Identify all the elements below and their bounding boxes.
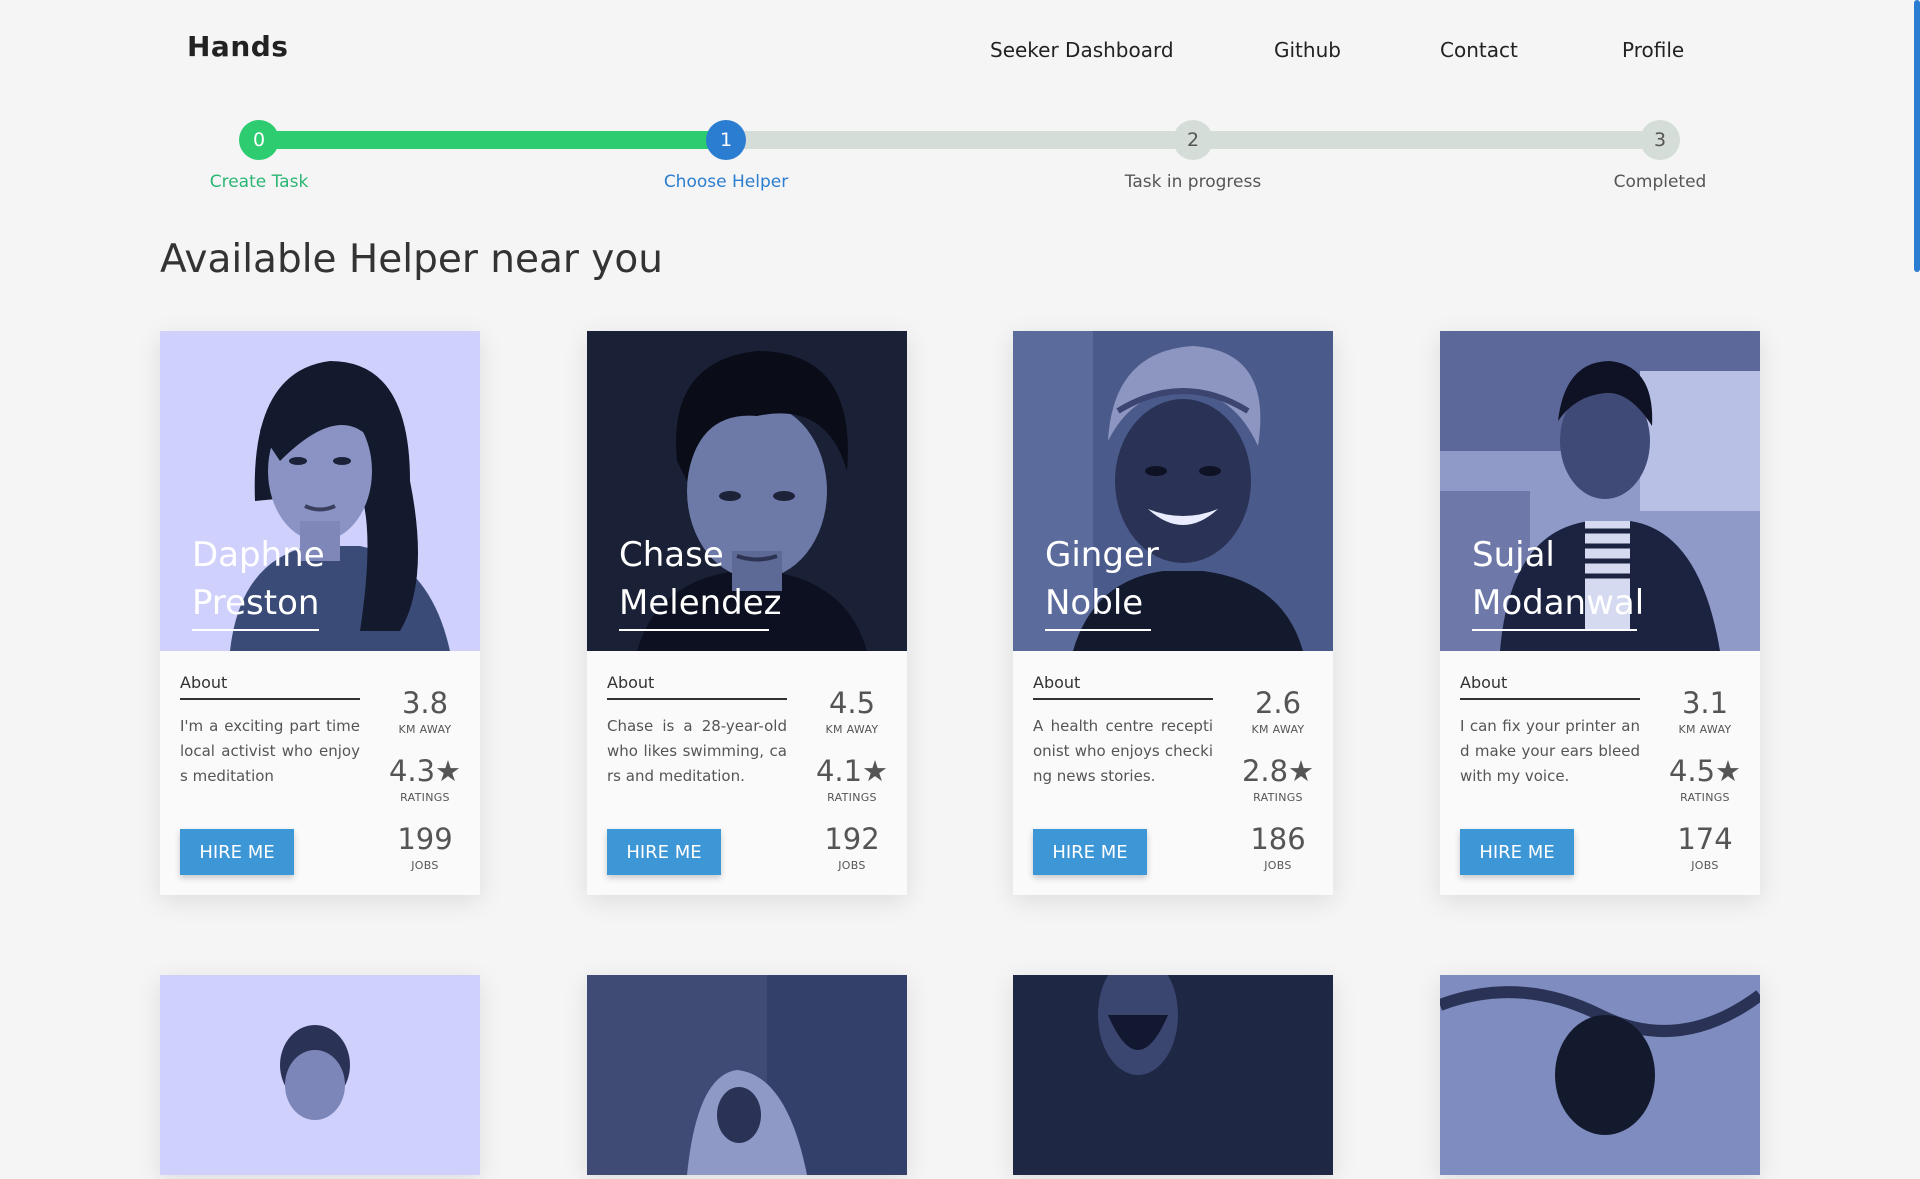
- rating-label: RATINGS: [1253, 791, 1303, 804]
- rating-label: RATINGS: [827, 791, 877, 804]
- helper-photo-image: [1013, 955, 1333, 1175]
- helper-card: Sujal Modanwal About I can fix your prin…: [1440, 331, 1760, 895]
- nav-link-profile[interactable]: Profile: [1622, 38, 1684, 62]
- jobs-label: JOBS: [838, 859, 866, 872]
- helper-first-name: Ginger: [1045, 535, 1159, 575]
- stepper-progress-fill: [259, 131, 726, 149]
- name-underline: [1045, 629, 1151, 631]
- about-divider: [607, 698, 787, 700]
- helper-last-name: Melendez: [619, 583, 782, 623]
- nav-link-contact[interactable]: Contact: [1440, 38, 1518, 62]
- distance-value: 4.5: [828, 686, 876, 720]
- distance-value: 2.6: [1254, 686, 1302, 720]
- page-title: Available Helper near you: [160, 237, 663, 282]
- rating-value: 2.8★: [1241, 754, 1315, 788]
- helper-photo-image: [160, 975, 480, 1175]
- helper-last-name: Modanwal: [1472, 583, 1645, 623]
- distance-value: 3.1: [1681, 686, 1729, 720]
- about-label: About: [607, 673, 655, 692]
- hire-me-button[interactable]: HIRE ME: [180, 829, 294, 875]
- helper-first-name: Chase: [619, 535, 724, 575]
- helper-photo: Chase Melendez: [587, 331, 907, 651]
- helper-first-name: Daphne: [192, 535, 325, 575]
- helper-name: Sujal Modanwal: [1472, 531, 1672, 627]
- about-label: About: [1033, 673, 1081, 692]
- helper-card: [160, 975, 480, 1175]
- name-underline: [192, 629, 319, 631]
- step-dot-choose-helper: 1: [706, 120, 746, 160]
- helper-card: [587, 975, 907, 1175]
- jobs-label: JOBS: [411, 859, 439, 872]
- rating-value: 4.3★: [388, 754, 462, 788]
- name-underline: [619, 629, 769, 631]
- helper-last-name: Noble: [1045, 583, 1144, 623]
- about-divider: [1460, 698, 1640, 700]
- helper-card: [1437, 975, 1764, 1175]
- about-label: About: [1460, 673, 1508, 692]
- step-dot-task-in-progress: 2: [1173, 120, 1213, 160]
- about-divider: [180, 698, 360, 700]
- helper-name: Ginger Noble: [1045, 531, 1245, 627]
- hire-me-button[interactable]: HIRE ME: [1033, 829, 1147, 875]
- name-underline: [1472, 629, 1637, 631]
- helper-name: Daphne Preston: [192, 531, 392, 627]
- jobs-value: 199: [397, 822, 453, 856]
- helper-name: Chase Melendez: [619, 531, 819, 627]
- helper-card: Chase Melendez About Chase is a 28-year-…: [587, 331, 907, 895]
- rating-value: 4.5★: [1668, 754, 1742, 788]
- distance-label: KM AWAY: [1678, 723, 1732, 736]
- helper-photo: Ginger Noble: [1013, 331, 1333, 651]
- helper-photo: Sujal Modanwal: [1440, 331, 1760, 651]
- jobs-value: 192: [824, 822, 880, 856]
- helper-photo-image: [587, 975, 907, 1175]
- rating-label: RATINGS: [400, 791, 450, 804]
- jobs-label: JOBS: [1264, 859, 1292, 872]
- rating-label: RATINGS: [1680, 791, 1730, 804]
- jobs-label: JOBS: [1691, 859, 1719, 872]
- distance-label: KM AWAY: [825, 723, 879, 736]
- hire-me-button[interactable]: HIRE ME: [607, 829, 721, 875]
- distance-label: KM AWAY: [398, 723, 452, 736]
- brand-logo[interactable]: Hands: [187, 30, 288, 63]
- step-label-task-in-progress: Task in progress: [1124, 172, 1262, 192]
- distance-value: 3.8: [401, 686, 449, 720]
- page-scrollbar[interactable]: [1914, 0, 1920, 272]
- helper-card: [1013, 955, 1333, 1175]
- jobs-value: 186: [1250, 822, 1306, 856]
- helper-photo: Daphne Preston: [160, 331, 480, 651]
- about-label: About: [180, 673, 228, 692]
- helper-card: Ginger Noble About A health centre recep…: [1013, 331, 1333, 895]
- helper-first-name: Sujal: [1472, 535, 1555, 575]
- step-label-completed: Completed: [1613, 172, 1707, 192]
- nav-link-seeker-dashboard[interactable]: Seeker Dashboard: [990, 38, 1174, 62]
- helper-photo-image: [1437, 975, 1764, 1175]
- nav-link-github[interactable]: Github: [1274, 38, 1341, 62]
- helper-card: Daphne Preston About I'm a exciting part…: [160, 331, 480, 895]
- rating-value: 4.1★: [815, 754, 889, 788]
- step-dot-create-task: 0: [239, 120, 279, 160]
- distance-label: KM AWAY: [1251, 723, 1305, 736]
- step-dot-completed: 3: [1640, 120, 1680, 160]
- about-text: Chase is a 28-year-old who likes swimmin…: [607, 717, 787, 785]
- about-divider: [1033, 698, 1213, 700]
- step-label-choose-helper: Choose Helper: [663, 172, 789, 192]
- about-text: I'm a exciting part time local activist …: [180, 717, 360, 785]
- jobs-value: 174: [1677, 822, 1733, 856]
- step-label-create-task: Create Task: [209, 172, 309, 192]
- about-text: I can fix your printer and make your ear…: [1460, 717, 1640, 785]
- about-text: A health centre receptionist who enjoys …: [1033, 717, 1213, 785]
- hire-me-button[interactable]: HIRE ME: [1460, 829, 1574, 875]
- helper-last-name: Preston: [192, 583, 320, 623]
